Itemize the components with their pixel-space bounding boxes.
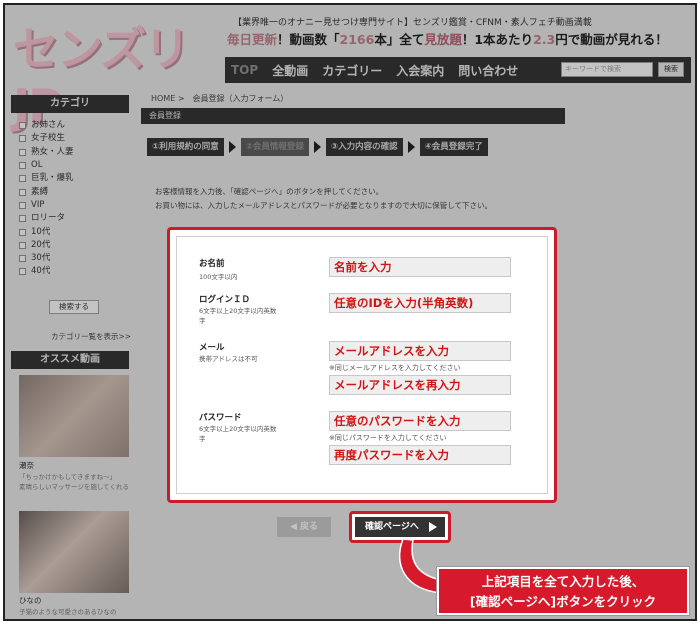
annotated-screenshot: センズリJP 【業界唯一のオナニー見せつけ専門サイト】センズリ鑑賞・CFNM・素… (3, 3, 697, 621)
callout-pointer-icon (398, 538, 442, 594)
callout-line: [確認ページへ]ボタンをクリック (469, 594, 657, 609)
callout-line: 上記項目を全て入力した後、 (481, 574, 645, 589)
instruction-callout: 上記項目を全て入力した後、 [確認ページへ]ボタンをクリック (437, 567, 689, 615)
